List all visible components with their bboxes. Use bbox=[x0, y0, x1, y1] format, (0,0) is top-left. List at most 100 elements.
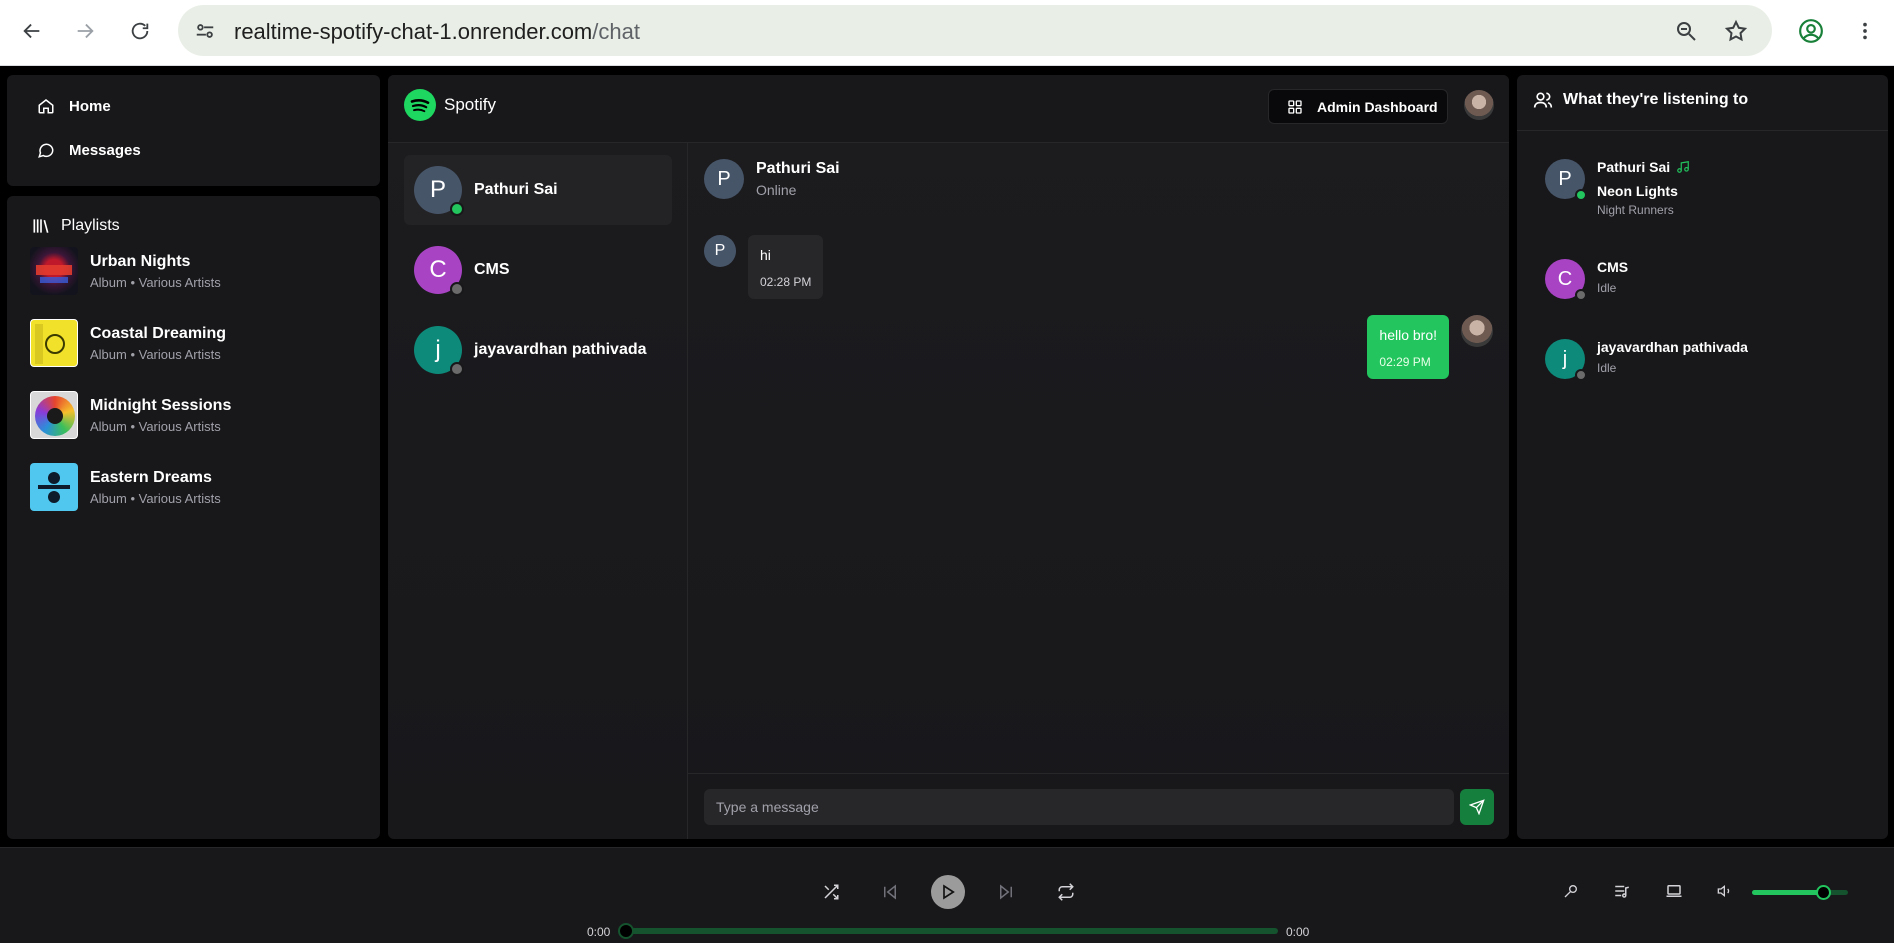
site-info-icon[interactable] bbox=[192, 18, 218, 44]
playlist-item[interactable]: Midnight Sessions Album • Various Artist… bbox=[30, 391, 231, 439]
account-circle-icon bbox=[1799, 19, 1823, 43]
users-icon bbox=[1533, 92, 1553, 108]
playlist-name: Urban Nights bbox=[90, 252, 191, 270]
friend-name: jayavardhan pathivada bbox=[1597, 339, 1748, 355]
playlists-panel: Playlists Urban Nights Album • Various A… bbox=[7, 196, 380, 839]
avatar: C bbox=[1545, 259, 1587, 301]
message-input[interactable] bbox=[704, 789, 1454, 825]
friends-activity-header: What they're listening to bbox=[1533, 90, 1748, 110]
volume-thumb[interactable] bbox=[1816, 885, 1831, 900]
avatar: P bbox=[1545, 159, 1587, 201]
avatar: P bbox=[414, 166, 464, 216]
reload-button[interactable] bbox=[122, 13, 158, 49]
laptop-icon bbox=[1666, 885, 1682, 897]
playlist-subtitle: Album • Various Artists bbox=[90, 418, 221, 434]
seek-thumb[interactable] bbox=[618, 923, 634, 939]
friend-activity-item[interactable]: C CMS Idle bbox=[1545, 259, 1629, 301]
playlist-item[interactable]: Urban Nights Album • Various Artists bbox=[30, 247, 221, 295]
seek-slider[interactable] bbox=[618, 923, 1278, 939]
app-root: Home Messages Playlists Urban Nights Alb… bbox=[0, 67, 1894, 943]
message-bubble: hello bro! 02:29 PM bbox=[1367, 315, 1449, 379]
shuffle-button[interactable] bbox=[815, 876, 847, 908]
avatar bbox=[1461, 315, 1493, 347]
user-avatar[interactable] bbox=[1464, 90, 1494, 120]
friends-activity-panel: What they're listening to P Pathuri Sai … bbox=[1517, 75, 1888, 839]
mute-button[interactable] bbox=[1714, 880, 1736, 902]
friend-activity-item[interactable]: P Pathuri Sai Neon Lights Night Runners bbox=[1545, 159, 1690, 217]
offline-status-dot bbox=[1575, 369, 1587, 381]
brand-name: Spotify bbox=[444, 95, 496, 114]
send-icon bbox=[1469, 799, 1485, 815]
online-status-dot bbox=[1575, 189, 1587, 201]
playlist-item[interactable]: Coastal Dreaming Album • Various Artists bbox=[30, 319, 226, 367]
avatar: j bbox=[1545, 339, 1587, 381]
playlist-subtitle: Album • Various Artists bbox=[90, 346, 221, 362]
queue-icon bbox=[1615, 885, 1629, 898]
message-composer bbox=[688, 773, 1509, 839]
spotify-logo[interactable]: Spotify bbox=[404, 89, 496, 121]
browser-menu-button[interactable] bbox=[1847, 13, 1883, 49]
send-button[interactable] bbox=[1460, 789, 1494, 825]
shuffle-icon bbox=[824, 884, 839, 900]
album-art bbox=[30, 463, 78, 511]
user-name: Pathuri Sai bbox=[474, 181, 558, 198]
avatar: j bbox=[414, 326, 464, 376]
arrow-left-icon bbox=[23, 23, 40, 39]
user-name: CMS bbox=[474, 261, 510, 278]
playlist-name: Midnight Sessions bbox=[90, 396, 232, 414]
volume-fill bbox=[1752, 890, 1824, 895]
current-time: 0:00 bbox=[587, 925, 611, 939]
microphone-icon bbox=[1564, 885, 1577, 898]
queue-button[interactable] bbox=[1611, 880, 1633, 902]
divider bbox=[1517, 130, 1888, 131]
repeat-button[interactable] bbox=[1050, 876, 1082, 908]
playlist-name: Coastal Dreaming bbox=[90, 324, 227, 342]
playlist-item[interactable]: Eastern Dreams Album • Various Artists bbox=[30, 463, 221, 511]
lyrics-button[interactable] bbox=[1560, 880, 1582, 902]
offline-status-dot bbox=[450, 282, 464, 296]
play-icon bbox=[943, 884, 955, 900]
chat-panel: Spotify Admin Dashboard P Pathuri Sai C bbox=[388, 75, 1509, 839]
conversation: P Pathuri Sai Online P hi 02:28 PM hello… bbox=[688, 143, 1509, 839]
admin-dashboard-button[interactable]: Admin Dashboard bbox=[1268, 89, 1448, 124]
friend-status: Idle bbox=[1597, 361, 1617, 375]
playback-bar: 0:00 0:00 bbox=[0, 847, 1894, 943]
user-list-item[interactable]: C CMS bbox=[404, 235, 672, 305]
url-text[interactable]: realtime-spotify-chat-1.onrender.com/cha… bbox=[234, 19, 640, 45]
user-list-item[interactable]: j jayavardhan pathivada bbox=[404, 315, 672, 385]
conversation-header: P Pathuri Sai Online bbox=[704, 159, 840, 199]
avatar: P bbox=[704, 159, 744, 199]
next-button[interactable] bbox=[990, 876, 1022, 908]
arrow-right-icon bbox=[77, 23, 94, 39]
nav-item-messages[interactable]: Messages bbox=[37, 141, 141, 159]
volume-icon bbox=[1717, 884, 1730, 898]
album-art bbox=[30, 247, 78, 295]
playlist-subtitle: Album • Various Artists bbox=[90, 274, 221, 290]
avatar: P bbox=[704, 235, 736, 267]
friends-activity-title: What they're listening to bbox=[1563, 91, 1749, 108]
forward-button[interactable] bbox=[67, 13, 103, 49]
previous-button[interactable] bbox=[874, 876, 906, 908]
online-status-dot bbox=[450, 202, 464, 216]
devices-button[interactable] bbox=[1663, 880, 1685, 902]
music-note-icon bbox=[1677, 161, 1689, 173]
dashboard-icon bbox=[1288, 99, 1302, 114]
message-text: hi bbox=[760, 247, 771, 263]
friend-name-row: Pathuri Sai bbox=[1597, 159, 1690, 175]
conversation-status: Online bbox=[756, 182, 797, 198]
play-button[interactable] bbox=[931, 875, 965, 909]
nav-panel: Home Messages bbox=[7, 75, 380, 186]
reload-icon bbox=[131, 22, 149, 40]
address-bar[interactable]: realtime-spotify-chat-1.onrender.com/cha… bbox=[178, 5, 1772, 56]
bookmark-star-icon[interactable] bbox=[1722, 17, 1750, 45]
nav-item-home[interactable]: Home bbox=[37, 97, 111, 115]
volume-slider[interactable] bbox=[1752, 885, 1848, 900]
user-list-item[interactable]: P Pathuri Sai bbox=[404, 155, 672, 225]
zoom-icon[interactable] bbox=[1672, 17, 1700, 45]
skip-back-icon bbox=[884, 884, 896, 900]
friend-name: CMS bbox=[1597, 259, 1629, 275]
profile-button[interactable] bbox=[1793, 13, 1829, 49]
friend-status: Idle bbox=[1597, 281, 1617, 295]
back-button[interactable] bbox=[14, 13, 50, 49]
friend-activity-item[interactable]: j jayavardhan pathivada Idle bbox=[1545, 339, 1748, 381]
